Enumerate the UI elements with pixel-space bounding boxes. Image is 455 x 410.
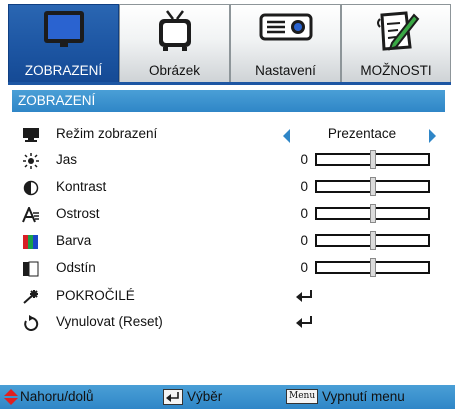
sun-icon xyxy=(22,153,40,169)
color-icon xyxy=(22,234,40,250)
arrow-right-icon[interactable] xyxy=(429,129,436,143)
menu-item-label: Barva xyxy=(56,233,92,248)
slider-track[interactable] xyxy=(315,204,430,223)
contrast-icon xyxy=(22,180,40,196)
slider-value: 0 xyxy=(300,233,308,248)
section-title: ZOBRAZENÍ xyxy=(12,90,445,112)
slider-track[interactable] xyxy=(315,150,430,169)
slider-value: 0 xyxy=(300,260,308,275)
tab-obrazek[interactable]: Obrázek xyxy=(119,4,230,82)
display-mode-value: Prezentace xyxy=(327,126,397,141)
up-down-arrow-icon xyxy=(4,389,18,410)
slider-track[interactable] xyxy=(315,231,430,250)
tab-label: Obrázek xyxy=(148,63,201,78)
slider-thumb[interactable] xyxy=(369,150,376,169)
reset-icon xyxy=(22,315,40,331)
advanced-star-icon xyxy=(22,289,40,305)
tab-label: ZOBRAZENÍ xyxy=(24,63,103,78)
hint-navigate: Nahoru/dolů xyxy=(20,389,94,404)
tab-bar: ZOBRAZENÍ Obrázek Nastavení MOŽNOSTI xyxy=(8,4,451,85)
menu-item-label: Vynulovat (Reset) xyxy=(56,314,163,329)
menu-item-kontrast[interactable]: Kontrast 0 xyxy=(12,175,445,201)
projector-icon xyxy=(258,9,314,50)
menu-item-label: Jas xyxy=(56,152,78,167)
notepad-pencil-icon xyxy=(372,9,420,58)
menu-item-reset[interactable]: Vynulovat (Reset) xyxy=(12,310,445,336)
slider-thumb[interactable] xyxy=(369,231,376,250)
menu-item-jas[interactable]: Jas 0 xyxy=(12,148,445,174)
slider-thumb[interactable] xyxy=(369,204,376,223)
slider-thumb[interactable] xyxy=(369,258,376,277)
menu-item-label: Odstín xyxy=(56,260,96,275)
menu-item-label: Kontrast xyxy=(56,179,107,194)
tab-nastaveni[interactable]: Nastavení xyxy=(230,4,341,82)
menu-item-label: Ostrost xyxy=(56,206,100,221)
tv-icon xyxy=(153,9,197,58)
display-icon xyxy=(42,9,86,54)
menu-item-label: POKROČILÉ xyxy=(56,288,135,303)
tint-icon xyxy=(22,261,40,277)
slider-value: 0 xyxy=(300,179,308,194)
hint-select: Výběr xyxy=(187,389,223,404)
menu-item-advanced[interactable]: POKROČILÉ xyxy=(12,284,445,310)
menu-item-odstín[interactable]: Odstín 0 xyxy=(12,256,445,282)
hint-exit-menu: Vypnutí menu xyxy=(322,389,405,404)
tab-label: Nastavení xyxy=(255,63,316,78)
tab-moznosti[interactable]: MOŽNOSTI xyxy=(341,4,451,82)
slider-value: 0 xyxy=(300,206,308,221)
arrow-left-icon[interactable] xyxy=(283,129,290,143)
monitor-icon xyxy=(22,127,40,143)
enter-icon xyxy=(294,288,314,304)
slider-value: 0 xyxy=(300,152,308,167)
tab-zobrazeni[interactable]: ZOBRAZENÍ xyxy=(8,4,119,82)
slider-thumb[interactable] xyxy=(369,177,376,196)
menu-item-label: Režim zobrazení xyxy=(56,126,158,141)
enter-key-icon xyxy=(163,389,183,410)
enter-icon xyxy=(294,314,314,330)
menu-item-ostrost[interactable]: Ostrost 0 xyxy=(12,202,445,228)
help-bar: Nahoru/dolů Výběr Menu Vypnutí menu xyxy=(0,385,455,409)
sharpness-icon xyxy=(22,205,40,223)
menu-key-icon: Menu xyxy=(286,389,319,404)
menu-item-display-mode[interactable]: Režim zobrazení Prezentace xyxy=(12,122,445,148)
slider-track[interactable] xyxy=(315,177,430,196)
projector-osd-menu: ZOBRAZENÍ Obrázek Nastavení MOŽNOSTI ZOB… xyxy=(0,0,455,409)
slider-track[interactable] xyxy=(315,258,430,277)
menu-item-barva[interactable]: Barva 0 xyxy=(12,229,445,255)
tab-divider xyxy=(8,82,451,85)
tab-label: MOŽNOSTI xyxy=(360,63,432,78)
